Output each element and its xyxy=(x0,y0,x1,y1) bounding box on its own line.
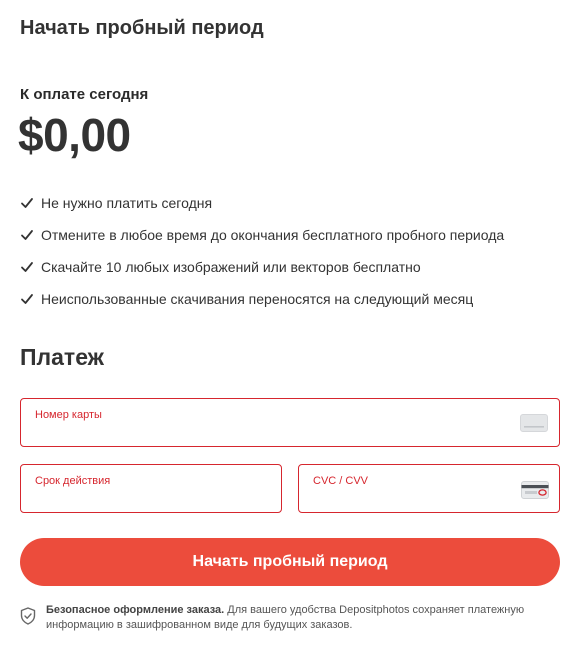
benefit-item: Неиспользованные скачивания переносятся … xyxy=(20,283,504,315)
shield-check-icon xyxy=(20,607,36,625)
benefit-text: Неиспользованные скачивания переносятся … xyxy=(41,291,474,307)
card-icon xyxy=(520,414,548,432)
benefit-item: Отмените в любое время до окончания бесп… xyxy=(20,219,504,251)
benefit-text: Скачайте 10 любых изображений или вектор… xyxy=(41,259,421,275)
benefit-text: Отмените в любое время до окончания бесп… xyxy=(41,227,505,243)
benefit-item: Не нужно платить сегодня xyxy=(20,187,504,219)
page-title: Начать пробный период xyxy=(20,17,264,39)
check-icon xyxy=(21,230,33,240)
card-number-label: Номер карты xyxy=(35,409,102,421)
secure-checkout-text: Безопасное оформление заказа. Для вашего… xyxy=(46,603,550,633)
check-icon xyxy=(21,198,33,208)
expiry-date-field[interactable]: Срок действия xyxy=(20,464,282,513)
secure-checkout-notice: Безопасное оформление заказа. Для вашего… xyxy=(20,603,550,633)
benefit-item: Скачайте 10 любых изображений или вектор… xyxy=(20,251,504,283)
benefits-list: Не нужно платить сегодня Отмените в любо… xyxy=(20,187,504,315)
secure-checkout-title: Безопасное оформление заказа. xyxy=(46,604,225,616)
amount-due-value: $0,00 xyxy=(18,109,131,161)
cvc-card-icon xyxy=(521,481,549,499)
payment-section-title: Платеж xyxy=(20,344,104,370)
cvc-label: CVC / CVV xyxy=(313,475,369,487)
start-trial-button[interactable]: Начать пробный период xyxy=(20,538,560,586)
benefit-text: Не нужно платить сегодня xyxy=(41,195,213,211)
cvc-field[interactable]: CVC / CVV xyxy=(298,464,560,513)
amount-due-label: К оплате сегодня xyxy=(20,86,149,103)
card-number-field[interactable]: Номер карты xyxy=(20,398,560,447)
expiry-date-label: Срок действия xyxy=(35,475,111,487)
check-icon xyxy=(21,262,33,272)
check-icon xyxy=(21,294,33,304)
